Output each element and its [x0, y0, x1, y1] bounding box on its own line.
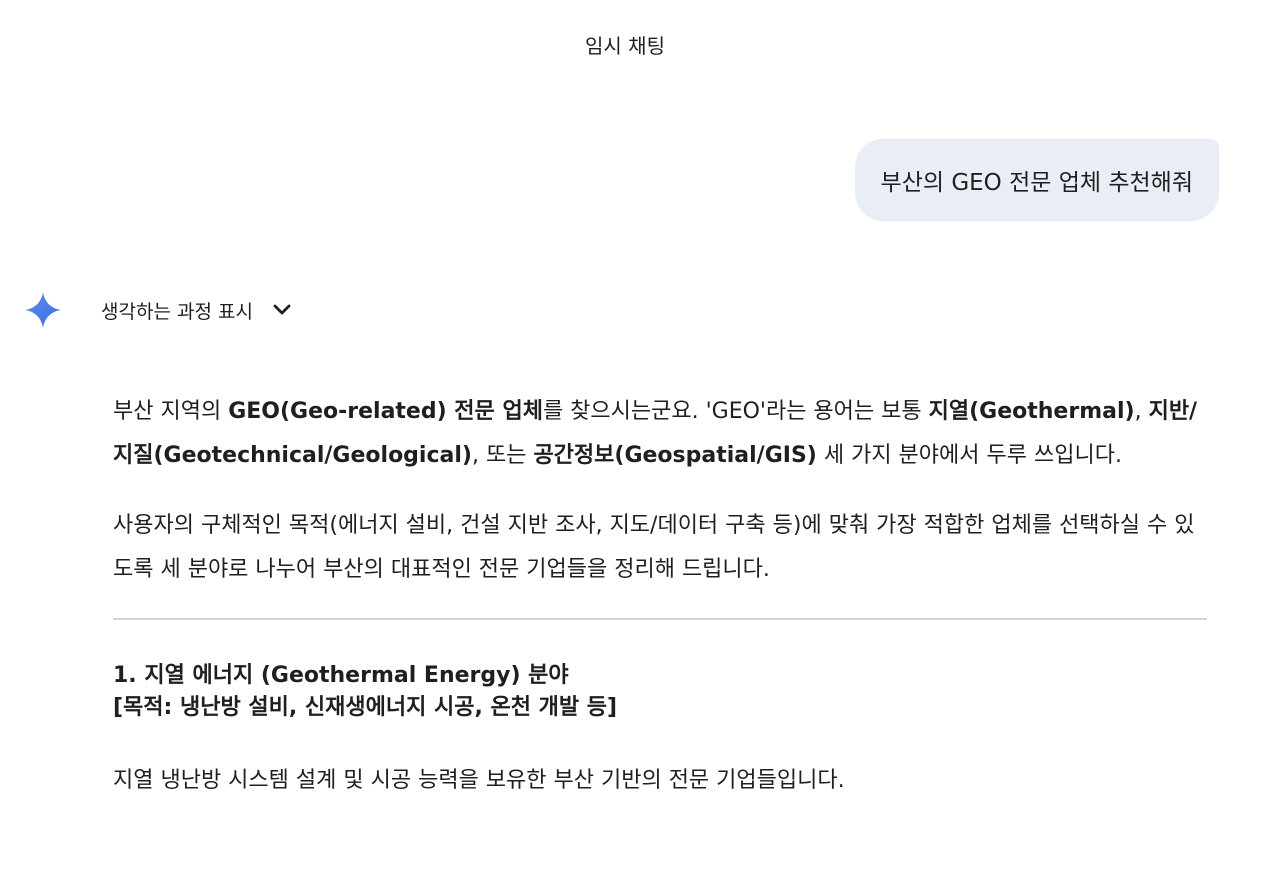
text-run: , — [1134, 399, 1149, 424]
text-run: , 또는 — [471, 443, 534, 468]
chevron-down-icon[interactable] — [271, 299, 293, 321]
section-heading: 1. 지열 에너지 (Geothermal Energy) 분야 — [113, 663, 569, 688]
assistant-answer: 부산 지역의 GEO(Geo-related) 전문 업체를 찾으시는군요. '… — [113, 390, 1207, 803]
text-run: 세 가지 분야에서 두루 쓰입니다. — [816, 443, 1122, 468]
text-run: 를 찾으시는군요. 'GEO'라는 용어는 보통 — [542, 399, 929, 424]
user-message-bubble: 부산의 GEO 전문 업체 추천해줘 — [854, 139, 1219, 221]
divider — [113, 618, 1207, 620]
section-description: 지열 냉난방 시스템 설계 및 시공 능력을 보유한 부산 기반의 전문 기업들… — [113, 768, 845, 793]
gemini-sparkle-icon — [24, 291, 62, 329]
text-run: 부산 지역의 — [113, 399, 229, 424]
section-purpose: [목적: 냉난방 설비, 신재생에너지 시공, 온천 개발 등] — [113, 695, 618, 720]
answer-intro-paragraph: 부산 지역의 GEO(Geo-related) 전문 업체를 찾으시는군요. '… — [113, 390, 1207, 478]
thinking-label[interactable]: 생각하는 과정 표시 — [101, 297, 253, 324]
bold-run: 공간정보(Geospatial/GIS) — [533, 443, 817, 468]
bold-run: GEO(Geo-related) 전문 업체 — [228, 399, 543, 424]
thinking-toggle[interactable]: 생각하는 과정 표시 — [24, 288, 293, 332]
user-message-text: 부산의 GEO 전문 업체 추천해줘 — [880, 170, 1193, 196]
answer-second-paragraph: 사용자의 구체적인 목적(에너지 설비, 건설 지반 조사, 지도/데이터 구축… — [113, 513, 1195, 582]
bold-run: 지열(Geothermal) — [928, 399, 1135, 424]
chat-title: 임시 채팅 — [585, 34, 665, 58]
